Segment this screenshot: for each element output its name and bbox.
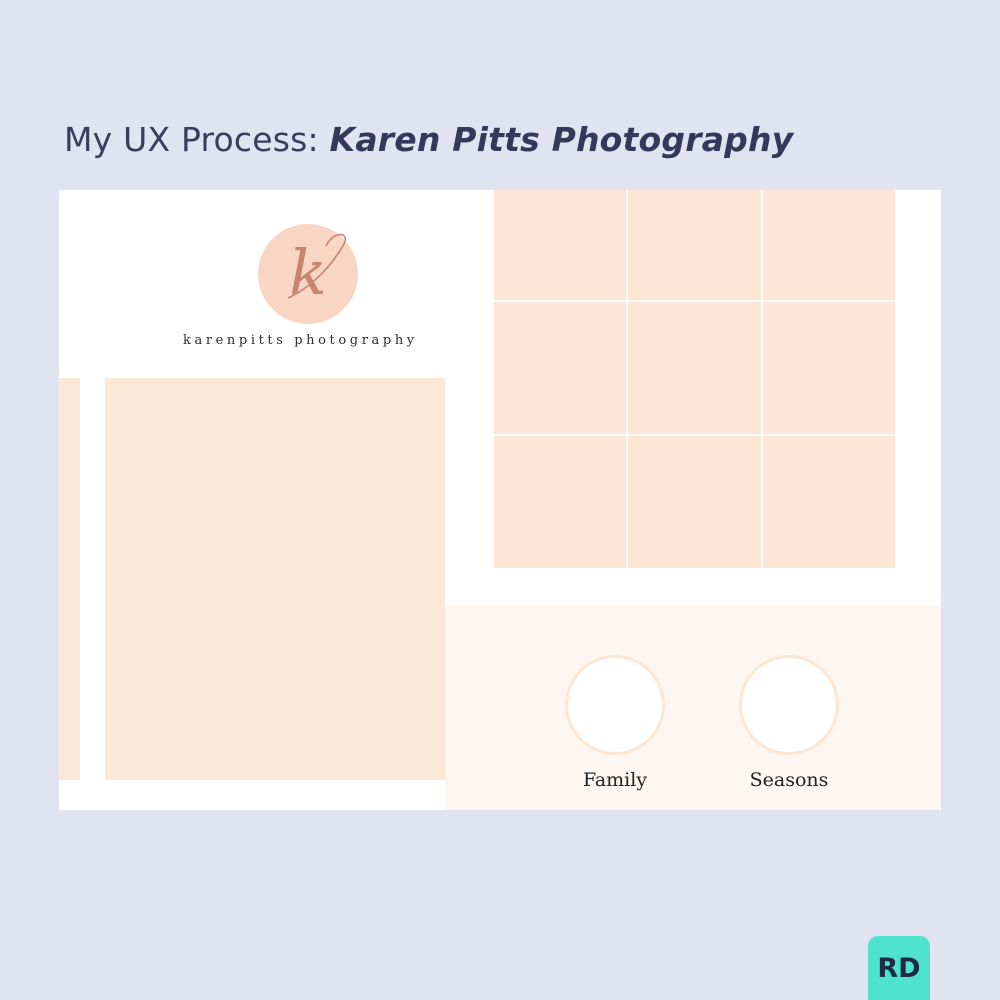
image-placeholder-partial (59, 378, 80, 780)
photo-grid-cell[interactable] (628, 190, 761, 300)
photo-grid-cell[interactable] (762, 302, 895, 434)
brand-name: karenpitts photography (183, 333, 418, 348)
category-family-thumbnail[interactable] (565, 655, 665, 755)
categories-panel: Family Seasons (445, 606, 941, 810)
photo-grid-cell[interactable] (494, 436, 627, 568)
page-title-emphasis: Karen Pitts Photography (329, 120, 794, 159)
photo-grid-cell[interactable] (762, 190, 895, 300)
category-seasons[interactable]: Seasons (739, 655, 839, 791)
photo-grid-cell[interactable] (494, 302, 627, 434)
photo-grid-cell[interactable] (494, 190, 627, 300)
rd-logo-badge: RD (868, 936, 930, 1000)
photo-grid-cell[interactable] (762, 436, 895, 568)
monogram-k-icon: k (287, 233, 347, 309)
page-title: My UX Process: Karen Pitts Photography (64, 120, 793, 159)
photo-grid-cell[interactable] (628, 302, 761, 434)
category-family[interactable]: Family (565, 655, 665, 791)
logo-mark: k (258, 224, 358, 324)
photo-grid (494, 190, 895, 568)
category-seasons-label: Seasons (749, 769, 829, 791)
website-mockup: k karenpitts photography Family Seasons (59, 190, 941, 810)
category-seasons-thumbnail[interactable] (739, 655, 839, 755)
featured-image-placeholder[interactable] (105, 378, 445, 780)
page-title-prefix: My UX Process: (64, 120, 330, 159)
logo-monogram: k (289, 236, 327, 309)
category-family-label: Family (582, 769, 648, 791)
photo-grid-cell[interactable] (628, 436, 761, 568)
